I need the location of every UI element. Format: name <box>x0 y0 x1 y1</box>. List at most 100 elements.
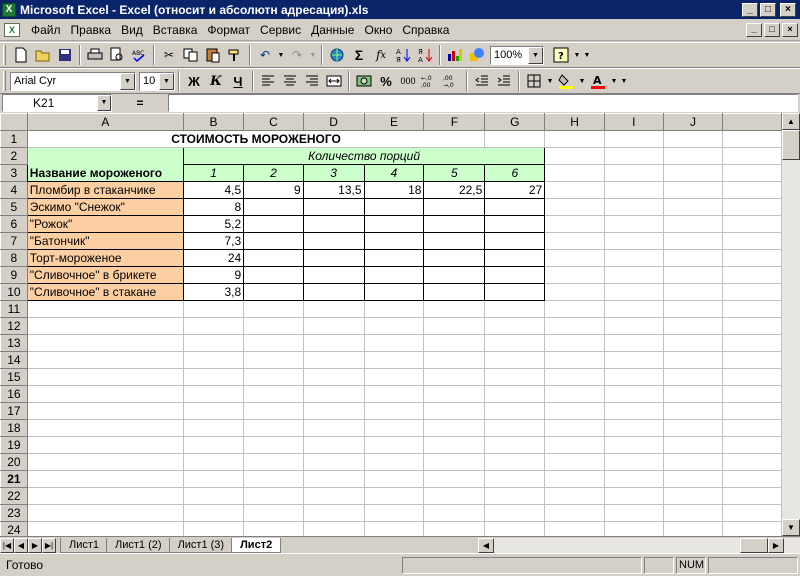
price-cell[interactable]: 24 <box>182 249 245 267</box>
cell[interactable] <box>662 283 724 301</box>
cell[interactable] <box>722 130 782 148</box>
cell[interactable] <box>722 249 782 267</box>
first-sheet-icon[interactable]: |◀ <box>0 537 14 553</box>
price-cell[interactable]: 7,3 <box>182 232 245 250</box>
qty-cell[interactable]: 1 <box>182 164 245 182</box>
cell[interactable] <box>662 385 724 403</box>
cell[interactable] <box>603 198 664 216</box>
cell[interactable] <box>423 300 486 318</box>
value-cell[interactable] <box>243 283 304 301</box>
cell[interactable] <box>423 334 486 352</box>
cell[interactable] <box>603 232 664 250</box>
row-header[interactable]: 10 <box>0 283 28 301</box>
cell[interactable] <box>662 334 724 352</box>
sort-descending-icon[interactable]: ЯA <box>414 44 436 66</box>
item-name-cell[interactable]: "Батончик" <box>26 232 184 250</box>
cell[interactable] <box>722 334 782 352</box>
cell[interactable] <box>302 487 365 505</box>
borders-icon[interactable] <box>523 70 545 92</box>
value-cell[interactable] <box>363 232 425 250</box>
cell[interactable] <box>243 300 304 318</box>
value-cell[interactable] <box>484 215 546 233</box>
cell[interactable] <box>662 300 724 318</box>
cell[interactable] <box>484 317 546 335</box>
cell[interactable] <box>603 521 664 536</box>
name-header-cell[interactable]: Название мороженого <box>26 147 184 182</box>
cell[interactable] <box>603 402 664 420</box>
qty-cell[interactable]: 5 <box>423 164 486 182</box>
cell[interactable] <box>722 436 782 454</box>
column-header[interactable]: I <box>603 113 664 131</box>
cell[interactable] <box>544 470 605 488</box>
cell[interactable] <box>662 147 724 165</box>
decrease-indent-icon[interactable] <box>471 70 493 92</box>
cell[interactable] <box>302 334 365 352</box>
cell[interactable] <box>603 385 664 403</box>
cell[interactable] <box>484 521 546 536</box>
cell[interactable] <box>484 130 546 148</box>
cell[interactable] <box>182 300 245 318</box>
menu-view[interactable]: Вид <box>116 23 148 37</box>
cell[interactable] <box>662 436 724 454</box>
cell[interactable] <box>662 181 724 199</box>
value-cell[interactable]: 9 <box>243 181 304 199</box>
column-header[interactable]: D <box>302 113 365 131</box>
cell[interactable] <box>363 317 425 335</box>
font-combo[interactable]: Arial Cyr ▼ <box>10 71 136 91</box>
qty-header-cell[interactable]: Количество порций <box>182 147 546 165</box>
chevron-down-icon[interactable]: ▼ <box>97 95 111 111</box>
item-name-cell[interactable]: "Сливочное" в брикете <box>26 266 184 284</box>
column-header[interactable]: F <box>423 113 486 131</box>
cell[interactable] <box>26 368 184 386</box>
align-center-icon[interactable] <box>279 70 301 92</box>
value-cell[interactable] <box>302 283 365 301</box>
price-cell[interactable]: 4,5 <box>182 181 245 199</box>
cell[interactable] <box>722 266 782 284</box>
cell[interactable] <box>484 300 546 318</box>
cell[interactable] <box>603 266 664 284</box>
cell[interactable] <box>603 487 664 505</box>
help-icon[interactable]: ? <box>550 44 572 66</box>
sheet-tab[interactable]: Лист1 <box>60 537 109 553</box>
cell[interactable] <box>662 198 724 216</box>
print-icon[interactable] <box>84 44 106 66</box>
cell[interactable] <box>26 317 184 335</box>
cell[interactable] <box>243 470 304 488</box>
cell[interactable] <box>544 266 605 284</box>
cell[interactable] <box>182 504 245 522</box>
price-cell[interactable]: 5,2 <box>182 215 245 233</box>
vertical-scrollbar[interactable]: ▲ ▼ <box>782 113 800 536</box>
cell[interactable] <box>182 351 245 369</box>
undo-icon[interactable]: ↶ <box>254 44 276 66</box>
value-cell[interactable] <box>484 198 546 216</box>
row-header[interactable]: 16 <box>0 385 28 403</box>
spelling-icon[interactable]: ABC <box>128 44 150 66</box>
cell[interactable] <box>603 351 664 369</box>
cell[interactable] <box>722 164 782 182</box>
chevron-down-icon[interactable]: ▼ <box>528 46 543 64</box>
scroll-right-icon[interactable]: ▶ <box>768 538 784 553</box>
cell[interactable] <box>603 249 664 267</box>
value-cell[interactable] <box>423 198 486 216</box>
decrease-decimal-icon[interactable]: ,00 →,0 <box>441 70 463 92</box>
cell[interactable] <box>243 402 304 420</box>
menu-window[interactable]: Окно <box>359 23 397 37</box>
chevron-down-icon[interactable]: ▼ <box>159 72 174 90</box>
cell[interactable] <box>603 300 664 318</box>
cell[interactable] <box>722 232 782 250</box>
scroll-up-icon[interactable]: ▲ <box>782 113 800 130</box>
cell[interactable] <box>722 283 782 301</box>
cell-table[interactable]: A B C D E F G H I J 1 СТОИМОСТЬ МОРОЖЕНО… <box>0 113 782 536</box>
cell[interactable] <box>722 419 782 437</box>
cell[interactable] <box>182 487 245 505</box>
cell[interactable] <box>302 521 365 536</box>
row-header[interactable]: 12 <box>0 317 28 335</box>
cell[interactable] <box>722 351 782 369</box>
value-cell[interactable] <box>423 266 486 284</box>
cell[interactable] <box>662 402 724 420</box>
scroll-down-icon[interactable]: ▼ <box>782 519 800 536</box>
cell[interactable] <box>484 368 546 386</box>
prev-sheet-icon[interactable]: ◀ <box>14 537 28 553</box>
cell[interactable] <box>544 385 605 403</box>
cell[interactable] <box>243 351 304 369</box>
